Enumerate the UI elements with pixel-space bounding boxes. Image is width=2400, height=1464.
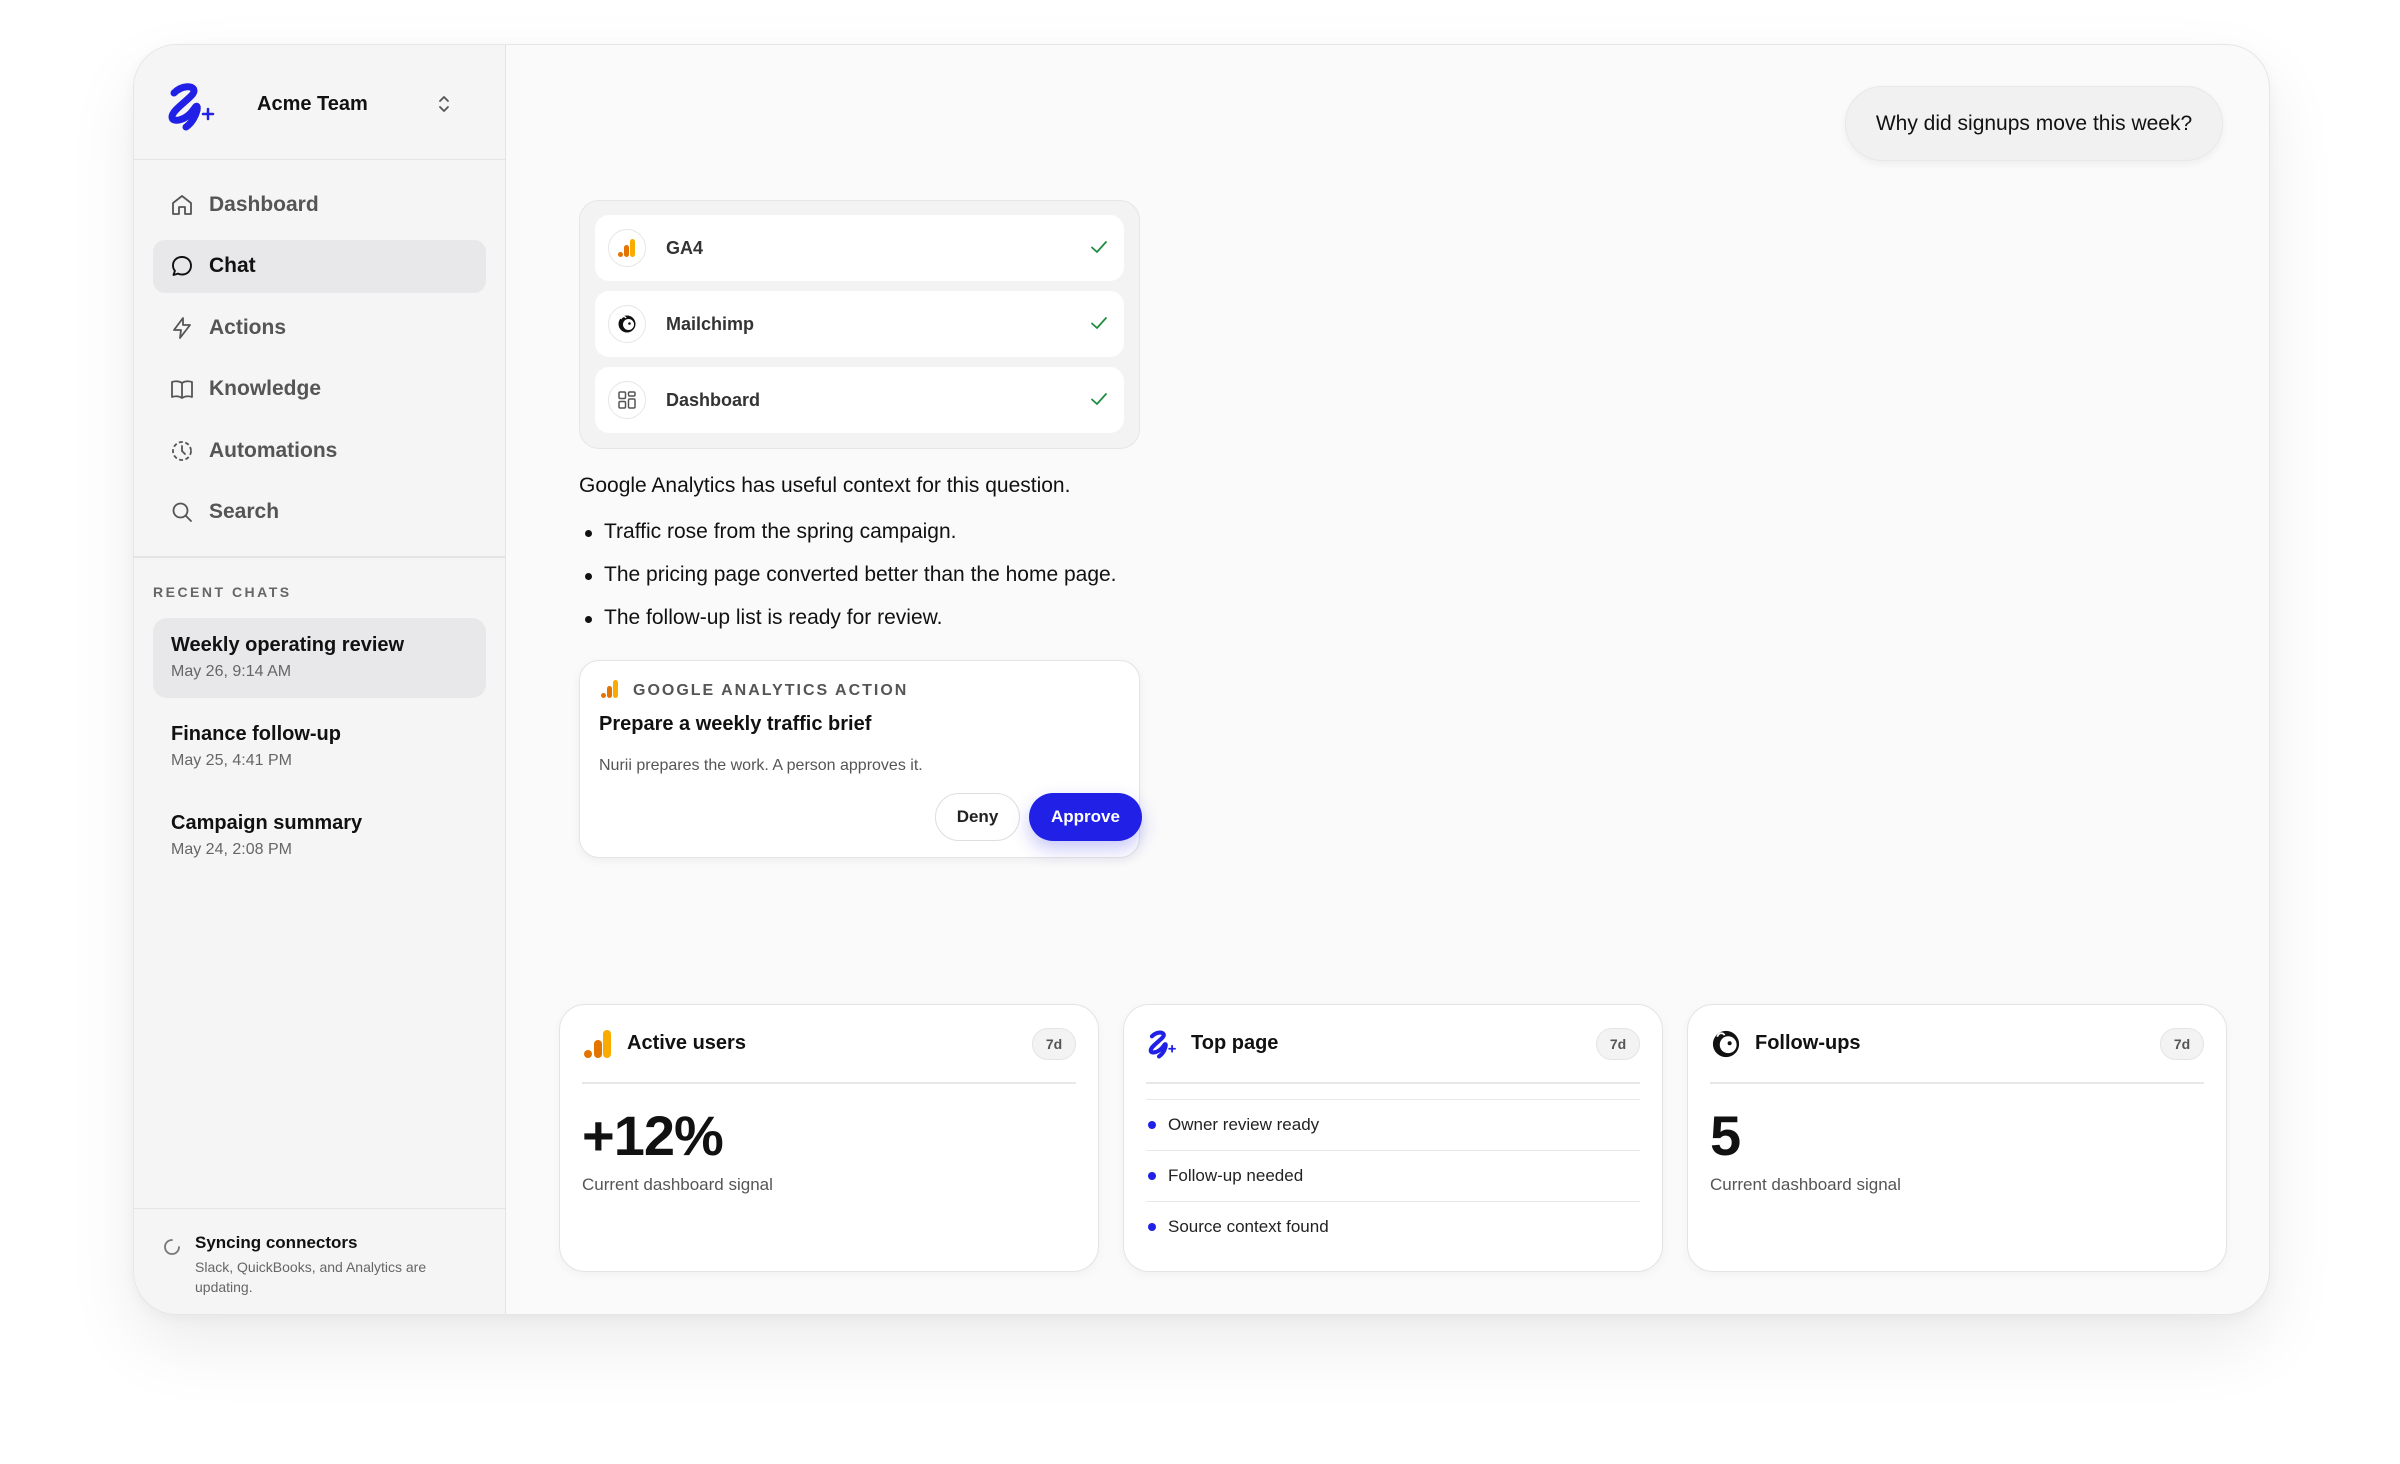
active-users-card[interactable]: Active users 7d +12% Current dashboard s… [559, 1004, 1099, 1272]
chat-bubble-icon [172, 256, 192, 276]
deny-button[interactable]: Deny [935, 793, 1020, 841]
sidebar-item-search[interactable]: Search [153, 486, 486, 539]
assistant-answer-intro: Google Analytics has useful context for … [579, 474, 1071, 497]
assistant-answer-list: Traffic rose from the spring campaign. T… [585, 520, 1117, 649]
lightning-icon [173, 316, 191, 339]
sidebar-item-knowledge[interactable]: Knowledge [153, 363, 486, 416]
app-window: Acme Team Dashboard Chat Actions Knowled… [133, 44, 2270, 1315]
card-title: Active users [627, 1032, 746, 1054]
card-title: Follow-ups [1755, 1032, 1861, 1054]
check-icon [1091, 317, 1107, 329]
recent-chats-list: Weekly operating review May 26, 9:14 AM … [153, 618, 486, 885]
sidebar-item-label: Automations [209, 438, 338, 462]
source-label: Mailchimp [666, 313, 755, 334]
sidebar-divider [134, 556, 505, 558]
period-badge[interactable]: 7d [1596, 1028, 1640, 1060]
list-item: Source context found [1146, 1201, 1640, 1252]
card-divider [1146, 1082, 1640, 1084]
home-icon [172, 194, 192, 215]
recent-chat-title: Campaign summary [171, 812, 363, 834]
action-tag: GOOGLE ANALYTICS ACTION [633, 682, 909, 699]
recent-chat-title: Finance follow-up [171, 723, 341, 745]
follow-ups-card[interactable]: Follow-ups 7d 5 Current dashboard signal [1687, 1004, 2227, 1272]
action-description: Nurii prepares the work. A person approv… [599, 757, 923, 774]
sidebar: Acme Team Dashboard Chat Actions Knowled… [134, 45, 506, 1314]
team-name: Acme Team [257, 93, 368, 115]
mailchimp-icon [1712, 1030, 1740, 1058]
signal-list: Owner review ready Follow-up needed Sour… [1146, 1099, 1640, 1252]
metric-value: +12% [582, 1104, 724, 1167]
sync-status: Syncing connectors Slack, QuickBooks, an… [134, 1208, 505, 1314]
source-icon-wrap [608, 229, 646, 267]
recent-chat-title: Weekly operating review [171, 634, 405, 656]
period-badge[interactable]: 7d [1032, 1028, 1076, 1060]
sync-status-description: Slack, QuickBooks, and Analytics are upd… [195, 1259, 427, 1295]
user-message-bubble: Why did signups move this week? [1845, 86, 2223, 161]
period-badge[interactable]: 7d [2160, 1028, 2204, 1060]
action-approval-card: GOOGLE ANALYTICS ACTION Prepare a weekly… [579, 660, 1142, 858]
analytics-bars-icon [601, 680, 618, 698]
source-icon-wrap [608, 305, 646, 343]
card-header: Active users 7d [560, 1005, 1098, 1082]
card-header: Top page 7d [1124, 1005, 1662, 1082]
sidebar-item-automations[interactable]: Automations [153, 424, 486, 477]
answer-point: The pricing page converted better than t… [585, 563, 1117, 606]
metric-subtitle: Current dashboard signal [1710, 1175, 1901, 1194]
spinner-icon [164, 1239, 180, 1255]
sidebar-item-label: Search [209, 500, 280, 523]
book-icon [171, 380, 193, 399]
sidebar-item-label: Knowledge [209, 377, 322, 400]
answer-point: The follow-up list is ready for review. [585, 606, 1117, 649]
answer-point: Traffic rose from the spring campaign. [585, 520, 1117, 563]
grid-icon [618, 391, 636, 409]
source-row-dashboard[interactable]: Dashboard [595, 367, 1124, 433]
brand-logo-icon [168, 83, 215, 131]
source-row-ga4[interactable]: GA4 [595, 215, 1124, 281]
sources-panel: GA4 Mailchimp Dashboard [579, 200, 1140, 449]
sidebar-item-label: Actions [209, 315, 287, 339]
mailchimp-icon [618, 315, 636, 333]
recent-chat-date: May 26, 9:14 AM [171, 663, 292, 680]
brand-logo-icon [1148, 1030, 1176, 1059]
card-divider [582, 1082, 1076, 1084]
card-header: Follow-ups 7d [1688, 1005, 2226, 1082]
recent-chat-date: May 24, 2:08 PM [171, 841, 292, 858]
sidebar-item-chat[interactable]: Chat [153, 239, 486, 293]
check-icon [1091, 241, 1107, 253]
list-item: Owner review ready [1146, 1099, 1640, 1150]
source-label: Dashboard [666, 389, 761, 410]
recent-chats-heading: RECENT CHATS [153, 584, 292, 600]
chevron-up-down-icon[interactable] [437, 93, 451, 115]
action-title: Prepare a weekly traffic brief [599, 713, 872, 735]
sidebar-item-label: Dashboard [209, 192, 319, 216]
sidebar-item-label: Chat [209, 254, 256, 277]
sync-status-title: Syncing connectors [195, 1233, 358, 1252]
recent-chat-item[interactable]: Weekly operating review May 26, 9:14 AM [153, 618, 486, 698]
recent-chat-date: May 25, 4:41 PM [171, 752, 292, 769]
list-item: Follow-up needed [1146, 1150, 1640, 1201]
metric-subtitle: Current dashboard signal [582, 1175, 773, 1194]
source-label: GA4 [666, 237, 704, 258]
sidebar-item-actions[interactable]: Actions [153, 301, 486, 354]
search-icon [172, 502, 192, 522]
clock-icon [172, 440, 192, 461]
source-row-mailchimp[interactable]: Mailchimp [595, 291, 1124, 357]
recent-chat-item[interactable]: Finance follow-up May 25, 4:41 PM [153, 707, 486, 787]
card-title: Top page [1191, 1032, 1279, 1054]
team-switcher[interactable]: Acme Team [134, 45, 505, 160]
check-icon [1091, 393, 1107, 405]
card-divider [1710, 1082, 2204, 1084]
metric-value: 5 [1710, 1104, 1741, 1167]
sidebar-nav: Dashboard Chat Actions Knowledge Automat… [153, 178, 486, 547]
approve-button[interactable]: Approve [1029, 793, 1142, 841]
recent-chat-item[interactable]: Campaign summary May 24, 2:08 PM [153, 796, 486, 876]
source-icon-wrap [608, 381, 646, 419]
top-page-card[interactable]: Top page 7d Owner review ready Follow-up… [1123, 1004, 1663, 1272]
analytics-bars-icon [584, 1030, 611, 1058]
analytics-bars-icon [618, 239, 635, 257]
sidebar-item-dashboard[interactable]: Dashboard [153, 178, 486, 231]
